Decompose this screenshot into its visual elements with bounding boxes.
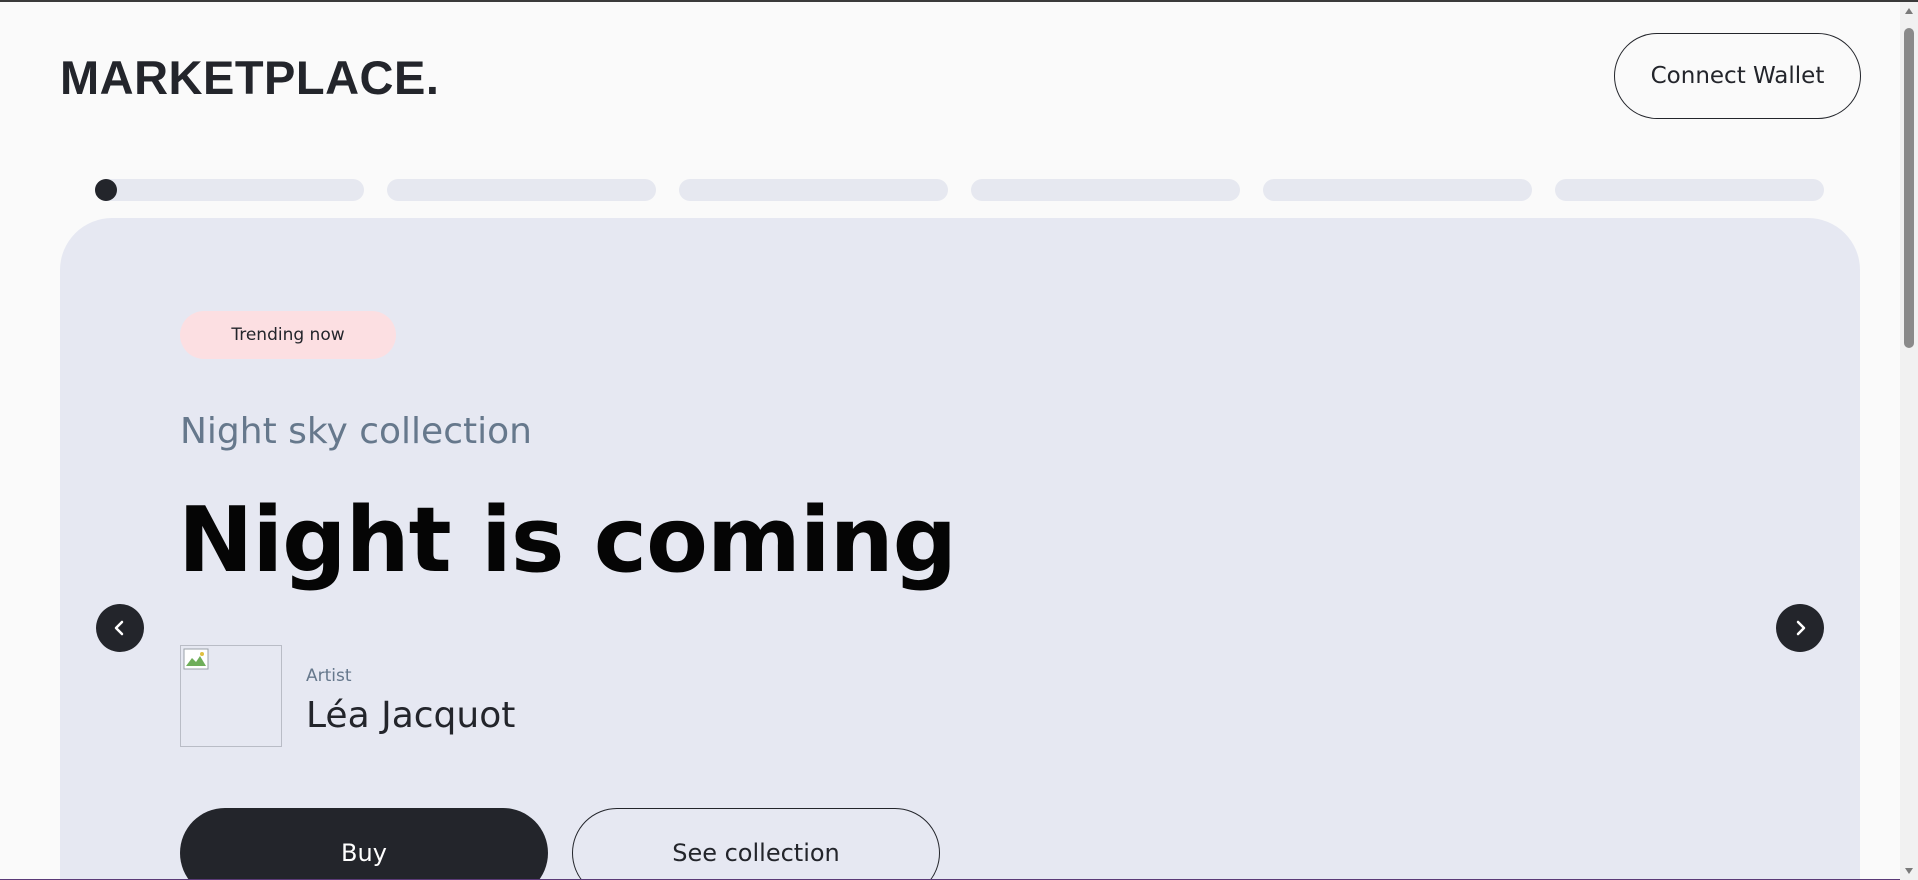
progress-segment-5[interactable] [1263, 179, 1532, 201]
hero-title: Night is coming [178, 488, 957, 593]
progress-segment-4[interactable] [971, 179, 1240, 201]
progress-indicator [95, 179, 117, 201]
artist-label: Artist [306, 666, 352, 686]
broken-image-icon [183, 648, 209, 670]
scrollbar-thumb[interactable] [1904, 28, 1914, 348]
chevron-right-icon [1796, 620, 1806, 636]
page-scrollbar[interactable] [1900, 2, 1918, 880]
progress-segment-2[interactable] [387, 179, 656, 201]
hero-slide: Trending now Night sky collection Night … [60, 218, 1860, 880]
scroll-down-icon[interactable] [1904, 866, 1914, 876]
collection-subtitle: Night sky collection [180, 411, 532, 452]
artist-name[interactable]: Léa Jacquot [306, 695, 515, 736]
app-root: MARKETPLACE. Connect Wallet Trending now… [0, 2, 1900, 880]
trending-badge: Trending now [180, 311, 396, 359]
buy-button[interactable]: Buy [180, 808, 548, 880]
logo[interactable]: MARKETPLACE. [60, 50, 439, 105]
progress-segment-6[interactable] [1555, 179, 1824, 201]
prev-slide-button[interactable] [96, 604, 144, 652]
artist-avatar[interactable] [180, 645, 282, 747]
see-collection-button[interactable]: See collection [572, 808, 940, 880]
next-slide-button[interactable] [1776, 604, 1824, 652]
scroll-up-icon[interactable] [1904, 6, 1914, 16]
progress-segment-1[interactable] [95, 179, 364, 201]
carousel-progress [95, 179, 1825, 201]
chevron-left-icon [114, 620, 124, 636]
connect-wallet-button[interactable]: Connect Wallet [1614, 33, 1861, 119]
progress-segment-3[interactable] [679, 179, 948, 201]
